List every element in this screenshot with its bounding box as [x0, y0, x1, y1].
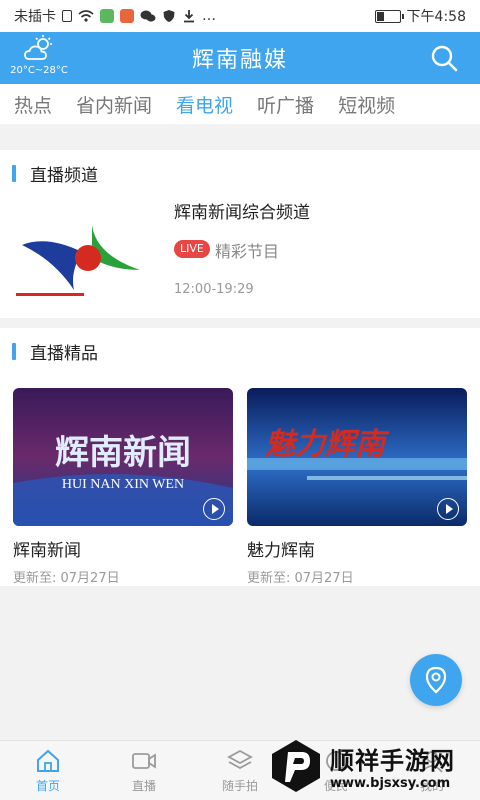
- watermark-title: 顺祥手游网: [330, 747, 455, 775]
- featured-section: 直播精品 辉南新闻 HUI NAN XIN WEN 辉南新闻 更新至: 07月2…: [0, 328, 480, 586]
- section-header: 直播频道: [0, 150, 480, 196]
- home-icon: [37, 749, 59, 772]
- layers-icon: [227, 749, 253, 769]
- channel-name: 辉南新闻综合频道: [174, 203, 310, 223]
- nav-label: 随手拍: [221, 778, 258, 793]
- card-title: 魅力辉南: [247, 541, 315, 561]
- tab-watch-tv[interactable]: 看电视: [176, 91, 247, 118]
- tab-short-video[interactable]: 短视频: [338, 91, 409, 118]
- more-dots-icon: …: [202, 8, 216, 24]
- search-icon[interactable]: [430, 44, 458, 72]
- section-accent-bar: [12, 164, 16, 182]
- clock-text: 下午4:58: [406, 9, 466, 25]
- status-right: 下午4:58: [374, 6, 466, 26]
- section-header: 直播精品: [0, 328, 480, 374]
- live-channel-section: 直播频道 辉南新闻综合频道 LIVE 精彩节目 12:00-19:29: [0, 150, 480, 318]
- channel-logo: [16, 225, 140, 296]
- download-icon: [184, 10, 194, 23]
- category-tabs: 热点 省内新闻 看电视 听广播 短视频: [0, 84, 480, 124]
- play-icon[interactable]: [437, 498, 459, 520]
- shield-icon: [163, 10, 175, 22]
- program-name: 精彩节目: [215, 242, 280, 261]
- section-title: 直播精品: [30, 343, 98, 364]
- wifi-icon: [78, 10, 94, 22]
- card-updated: 更新至: 07月27日: [247, 571, 354, 586]
- thumbnail-image: 魅力辉南: [247, 388, 467, 526]
- play-icon[interactable]: [203, 498, 225, 520]
- nav-home[interactable]: 首页: [3, 748, 93, 794]
- card-title: 辉南新闻: [13, 541, 81, 561]
- battery-fill: [376, 11, 384, 21]
- watermark-text: 顺祥手游网 www.bjsxsy.com: [330, 741, 455, 791]
- tab-province-news[interactable]: 省内新闻: [76, 91, 166, 118]
- battery-icon: [374, 9, 404, 23]
- weather-temp: 20°C~28°C: [10, 65, 68, 76]
- wechat-icon: [140, 10, 156, 22]
- program-time: 12:00-19:29: [174, 282, 254, 297]
- app-title: 辉南融媒: [191, 48, 288, 73]
- video-camera-icon: [132, 752, 156, 769]
- app-notify-icon-2: [120, 9, 134, 23]
- nav-live[interactable]: 直播: [99, 748, 189, 794]
- thumbnail-image: 辉南新闻 HUI NAN XIN WEN: [13, 388, 233, 526]
- card-updated: 更新至: 07月27日: [13, 571, 120, 586]
- app-header: 20°C~28°C 辉南融媒: [0, 32, 480, 84]
- watermark: 顺祥手游网 www.bjsxsy.com: [268, 732, 480, 800]
- featured-card[interactable]: 魅力辉南 魅力辉南 更新至: 07月27日: [247, 388, 467, 586]
- carrier-text: 未插卡: [14, 9, 56, 25]
- nav-label: 首页: [35, 778, 60, 793]
- live-badge: LIVE: [174, 240, 210, 258]
- section-title: 直播频道: [30, 165, 98, 186]
- tab-radio[interactable]: 听广播: [257, 91, 328, 118]
- featured-cards: 辉南新闻 HUI NAN XIN WEN 辉南新闻 更新至: 07月27日 魅力…: [0, 388, 480, 586]
- divider: [0, 124, 480, 150]
- status-left: 未插卡 …: [14, 6, 216, 26]
- weather-widget[interactable]: 20°C~28°C: [6, 34, 72, 82]
- location-pin-icon: [425, 666, 447, 694]
- thumbnail-subtitle-text: HUI NAN XIN WEN: [62, 477, 184, 492]
- thumbnail-title-text: 魅力辉南: [265, 428, 390, 461]
- status-bar: 未插卡 … 下午4:58: [0, 0, 480, 32]
- watermark-url: www.bjsxsy.com: [330, 776, 451, 791]
- video-thumbnail[interactable]: 魅力辉南: [247, 388, 467, 526]
- tab-hot[interactable]: 热点: [14, 91, 66, 118]
- featured-card[interactable]: 辉南新闻 HUI NAN XIN WEN 辉南新闻 更新至: 07月27日: [13, 388, 233, 586]
- location-button[interactable]: [410, 654, 462, 706]
- thumbnail-title-text: 辉南新闻: [55, 434, 191, 472]
- app-notify-icon: [100, 9, 114, 23]
- section-accent-bar: [12, 342, 16, 360]
- nav-label: 直播: [131, 778, 156, 793]
- cloud-sun-icon: [24, 35, 52, 60]
- video-thumbnail[interactable]: 辉南新闻 HUI NAN XIN WEN: [13, 388, 233, 526]
- live-channel-item[interactable]: 辉南新闻综合频道 LIVE 精彩节目 12:00-19:29: [0, 196, 480, 318]
- watermark-logo-icon: [272, 740, 320, 792]
- sim-icon: [62, 10, 72, 22]
